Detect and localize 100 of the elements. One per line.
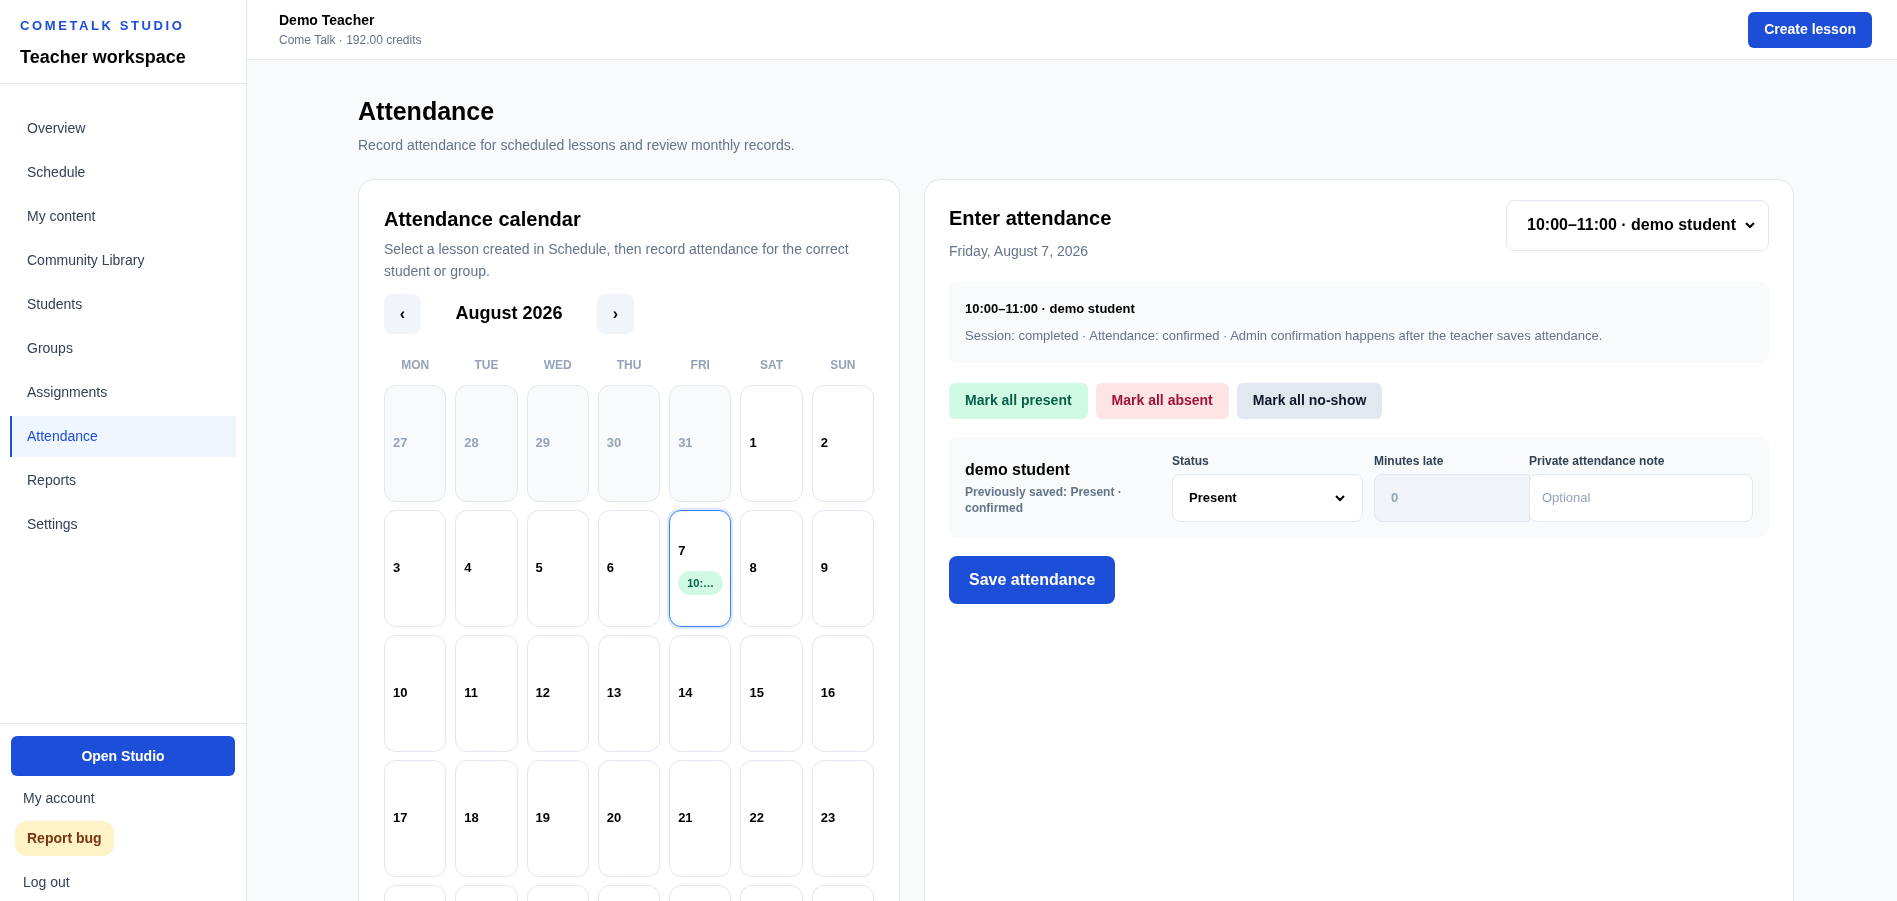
day-number: 14 [678,684,694,703]
bulk-mark-button[interactable]: Mark all absent [1095,382,1229,419]
calendar-day-cell[interactable]: 7 10:… [669,509,732,627]
day-number: 15 [749,684,765,703]
calendar-day-cell[interactable]: 9 [811,509,874,627]
day-number: 2 [820,434,829,453]
nav-item[interactable]: Attendance [10,416,236,457]
calendar-day-cell[interactable]: 12 [526,634,589,752]
day-number: 1 [749,434,758,453]
day-number: 12 [535,684,552,703]
save-attendance-button[interactable]: Save attendance [949,555,1116,604]
nav-item[interactable]: Assignments [10,372,236,413]
user-name: Demo Teacher [279,11,376,30]
weekday-label: WED [542,356,573,374]
create-lesson-button[interactable]: Create lesson [1748,11,1872,48]
lesson-select[interactable]: 10:00–11:00 · demo student [1506,199,1769,251]
weekday-label: SUN [829,356,857,374]
next-month-button[interactable]: › [597,293,634,334]
nav-item[interactable]: Schedule [10,152,236,193]
nav-item[interactable]: Community Library [10,240,236,281]
day-number: 5 [535,559,544,578]
nav-item[interactable]: My content [10,196,236,237]
page-subtitle: Record attendance for scheduled lessons and review monthly records. [358,135,796,155]
chevron-down-icon [1744,219,1756,231]
day-number: 6 [606,559,616,578]
nav-item[interactable]: Overview [10,108,236,149]
calendar-day-cell[interactable]: 1 [740,384,803,502]
weekday-label: SAT [759,356,785,374]
note-field[interactable]: Optional [1529,473,1753,522]
day-number: 30 [606,434,623,453]
calendar-day-cell[interactable]: 4 [455,509,518,627]
calendar-day-cell[interactable]: 16 [811,634,874,752]
day-number: 4 [464,559,473,578]
weekday-label: FRI [689,356,711,374]
day-number: 20 [606,809,623,828]
day-number: 18 [464,809,480,828]
weekday-label: THU [615,356,643,374]
day-number: 19 [535,809,552,828]
report-bug-button[interactable]: Report bug [15,821,114,856]
day-number: 9 [820,559,829,578]
day-number: 23 [820,809,837,828]
day-number: 16 [820,684,837,703]
day-number: 8 [749,559,758,578]
weekday-label: TUE [473,356,500,374]
calendar-day-cell[interactable]: 10 [384,634,447,752]
status-select[interactable]: Present [1172,473,1363,522]
calendar-day-cell[interactable]: 5 [526,509,589,627]
attendance-title: Enter attendance [949,205,1112,231]
lesson-info-text: Session: completed · Attendance: confirmed · Admin confirmation happens after the teacher saves attendance. [965,327,1604,345]
calendar-day-cell[interactable]: 19 [526,759,589,877]
day-number: 3 [393,559,402,578]
day-number: 11 [464,684,480,703]
weekday-label: MON [400,356,431,374]
open-studio-button[interactable]: Open Studio [11,736,235,776]
day-number: 29 [535,434,552,453]
field-label: Status [1172,452,1210,470]
field-label: Minutes late [1374,452,1445,470]
lesson-info-title: 10:00–11:00 · demo student [965,299,1136,318]
day-number: 22 [749,809,765,828]
student-name: demo student [965,459,1071,480]
calendar-day-cell[interactable]: 18 [455,759,518,877]
day-number: 31 [678,434,694,453]
previous-month-button[interactable]: ‹ [384,293,421,334]
user-subtitle: Come Talk · 192.00 credits [279,32,422,49]
field-label: Private attendance note [1529,452,1666,470]
nav-item[interactable]: Groups [10,328,236,369]
calendar-day-cell[interactable]: 21 [669,759,732,877]
day-number: 7 [678,542,687,560]
calendar-subtitle: Select a lesson created in Schedule, then record attendance for the correct student or group. [384,239,850,281]
calendar-day-cell[interactable]: 6 [597,509,661,627]
calendar-day-cell[interactable]: 22 [740,759,803,877]
calendar-day-cell[interactable]: 14 [669,634,732,752]
calendar-day-cell[interactable]: 20 [597,759,661,877]
day-number: 13 [606,684,623,703]
lesson-chip[interactable]: 10:… [678,570,724,595]
previous-status-text: Previously saved: Present · confirmed [965,483,1123,516]
calendar-day-cell[interactable]: 13 [597,634,661,752]
my-account-link[interactable]: My account [11,788,107,809]
brand-name: COMETALK STUDIO [20,17,186,35]
calendar-day-cell[interactable]: 17 [384,759,447,877]
nav-item[interactable]: Settings [10,504,236,545]
calendar-title: Attendance calendar [384,206,582,232]
day-number: 17 [393,809,409,828]
bulk-mark-button[interactable]: Mark all no-show [1236,382,1383,419]
attendance-date: Friday, August 7, 2026 [949,241,1090,261]
log-out-link[interactable]: Log out [11,872,82,893]
nav-item[interactable]: Students [10,284,236,325]
nav-item[interactable]: Reports [10,460,236,501]
day-number: 21 [678,809,694,828]
day-number: 27 [393,434,409,453]
workspace-title: Teacher workspace [20,45,187,69]
calendar-day-cell[interactable]: 3 [384,509,447,627]
calendar-day-cell[interactable]: 15 [740,634,803,752]
day-number: 10 [393,684,409,703]
calendar-day-cell[interactable]: 2 [811,384,874,502]
calendar-day-cell[interactable]: 23 [811,759,874,877]
month-title: August 2026 [454,302,564,325]
calendar-day-cell[interactable]: 11 [455,634,518,752]
bulk-mark-button[interactable]: Mark all present [949,382,1088,419]
calendar-day-cell[interactable]: 8 [740,509,803,627]
